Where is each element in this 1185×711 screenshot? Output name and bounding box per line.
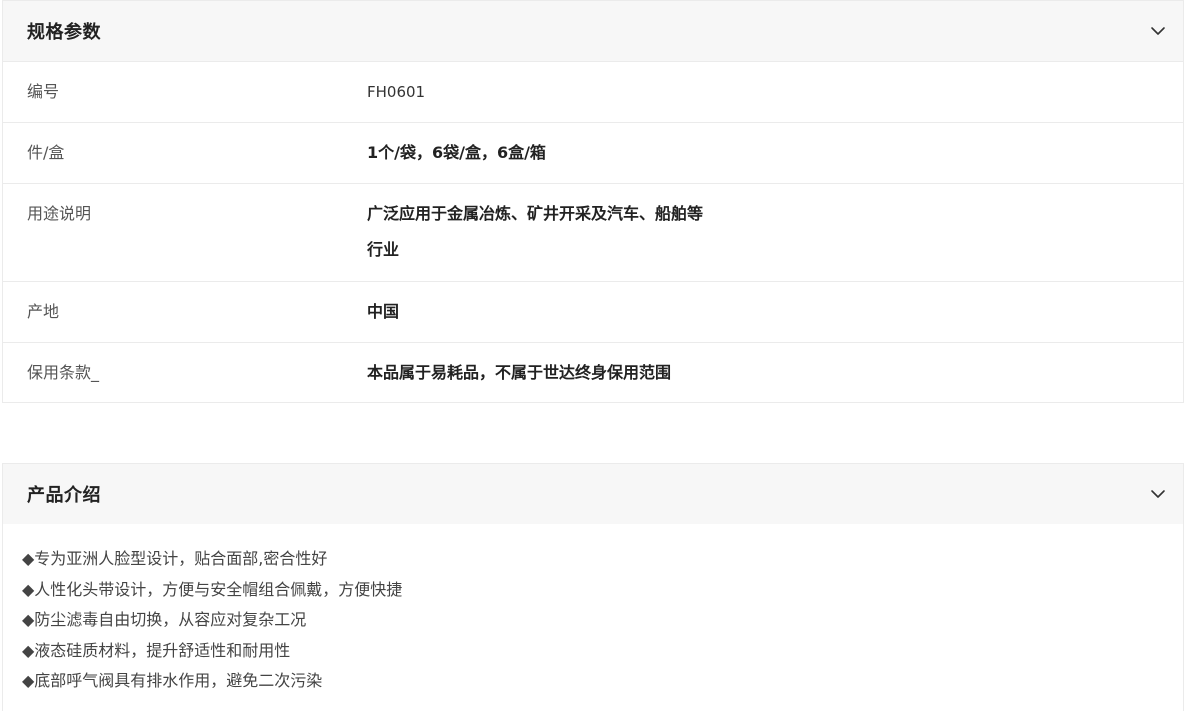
spec-value: 广泛应用于金属冶炼、矿井开采及汽车、船舶等行业 bbox=[367, 204, 704, 259]
spec-row-packaging: 件/盒 1个/袋，6袋/盒，6盒/箱 bbox=[3, 122, 1183, 183]
specs-panel: 规格参数 编号 FH0601 件/盒 1个/袋，6袋/盒，6盒/箱 用途说明 广… bbox=[2, 0, 1184, 403]
chevron-down-icon[interactable] bbox=[1149, 22, 1167, 40]
intro-panel-title: 产品介绍 bbox=[27, 485, 101, 506]
spec-row-origin: 产地 中国 bbox=[3, 281, 1183, 342]
intro-bullet: ◆人性化头带设计，方便与安全帽组合佩戴，方便快捷 bbox=[22, 579, 403, 599]
spec-value: 中国 bbox=[367, 302, 400, 321]
intro-panel: 产品介绍 ◆专为亚洲人脸型设计，贴合面部,密合性好 ◆人性化头带设计，方便与安全… bbox=[2, 463, 1184, 711]
spec-row-number: 编号 FH0601 bbox=[3, 61, 1183, 122]
specs-panel-header[interactable]: 规格参数 bbox=[3, 1, 1183, 61]
product-detail-page: 规格参数 编号 FH0601 件/盒 1个/袋，6袋/盒，6盒/箱 用途说明 广… bbox=[0, 0, 1185, 711]
intro-bullet: ◆防尘滤毒自由切换，从容应对复杂工况 bbox=[22, 610, 307, 629]
spec-value: 本品属于易耗品，不属于世达终身保用范围 bbox=[367, 363, 672, 382]
spec-row-usage: 用途说明 广泛应用于金属冶炼、矿井开采及汽车、船舶等行业 bbox=[3, 183, 1183, 281]
intro-bullet: ◆液态硅质材料，提升舒适性和耐用性 bbox=[22, 640, 291, 660]
intro-body: ◆专为亚洲人脸型设计，贴合面部,密合性好 ◆人性化头带设计，方便与安全帽组合佩戴… bbox=[3, 524, 1183, 697]
spec-value: FH0601 bbox=[367, 83, 426, 101]
spec-value: 1个/袋，6袋/盒，6盒/箱 bbox=[367, 143, 546, 162]
intro-bullet: ◆底部呼气阀具有排水作用，避免二次污染 bbox=[22, 671, 323, 690]
chevron-down-icon[interactable] bbox=[1149, 485, 1167, 503]
spec-label: 用途说明 bbox=[27, 204, 92, 223]
specs-panel-title: 规格参数 bbox=[27, 22, 101, 43]
spec-label: 编号 bbox=[27, 82, 60, 101]
spec-row-warranty: 保用条款_ 本品属于易耗品，不属于世达终身保用范围 bbox=[3, 342, 1183, 403]
spec-label: 产地 bbox=[27, 302, 60, 321]
spec-label: 保用条款_ bbox=[27, 363, 100, 382]
spec-label: 件/盒 bbox=[27, 143, 65, 162]
intro-bullet: ◆专为亚洲人脸型设计，贴合面部,密合性好 bbox=[22, 549, 328, 568]
intro-panel-header[interactable]: 产品介绍 bbox=[3, 464, 1183, 524]
